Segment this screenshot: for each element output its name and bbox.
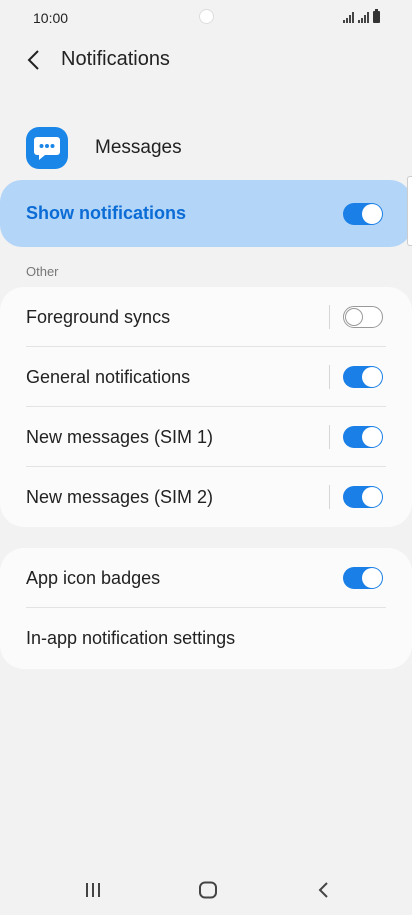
toggle-knob <box>362 204 382 224</box>
home-icon <box>199 881 217 899</box>
divider <box>329 305 330 329</box>
toggle-knob <box>362 427 382 447</box>
badges-settings-card: App icon badges In-app notification sett… <box>0 548 412 669</box>
show-notifications-row[interactable]: Show notifications <box>0 180 412 247</box>
back-icon <box>318 882 328 898</box>
show-notifications-toggle[interactable] <box>343 203 383 225</box>
signal-icon <box>343 12 354 23</box>
navigation-bar <box>0 863 412 915</box>
list-item[interactable]: App icon badges <box>0 548 412 608</box>
general-notifications-label: General notifications <box>26 367 191 387</box>
list-item[interactable]: In-app notification settings <box>0 608 412 668</box>
list-item[interactable]: New messages (SIM 2) <box>0 467 412 527</box>
chevron-left-icon <box>27 50 39 70</box>
show-notifications-label: Show notifications <box>26 203 186 223</box>
battery-icon <box>373 9 380 23</box>
chat-bubble-icon <box>26 127 68 169</box>
other-settings-card: Foreground syncs General notifications N… <box>0 287 412 527</box>
divider <box>329 365 330 389</box>
status-time: 10:00 <box>33 10 69 26</box>
new-messages-sim2-label: New messages (SIM 2) <box>26 487 214 507</box>
foreground-syncs-toggle[interactable] <box>343 306 383 328</box>
status-icons <box>343 9 380 23</box>
app-name: Messages <box>95 137 182 158</box>
header: Notifications <box>0 40 412 80</box>
list-item[interactable]: Foreground syncs <box>0 287 412 347</box>
divider <box>329 425 330 449</box>
new-messages-sim1-label: New messages (SIM 1) <box>26 427 214 447</box>
list-item[interactable]: General notifications <box>0 347 412 407</box>
signal-icon-2 <box>358 12 369 23</box>
toggle-knob <box>362 487 382 507</box>
app-info-row: Messages <box>0 122 412 174</box>
back-button[interactable] <box>20 46 48 74</box>
new-messages-sim1-toggle[interactable] <box>343 426 383 448</box>
recents-icon <box>86 883 100 897</box>
in-app-notification-settings-label: In-app notification settings <box>26 628 236 648</box>
recents-button[interactable] <box>78 875 108 905</box>
toggle-knob <box>345 307 363 326</box>
back-nav-button[interactable] <box>308 875 338 905</box>
camera-cutout <box>199 9 214 24</box>
scroll-handle[interactable] <box>407 176 412 246</box>
section-label-other: Other <box>26 264 59 279</box>
toggle-knob <box>362 568 382 588</box>
status-bar: 10:00 <box>0 0 412 36</box>
divider <box>329 485 330 509</box>
app-icon-badges-label: App icon badges <box>26 568 161 588</box>
foreground-syncs-label: Foreground syncs <box>26 307 171 327</box>
page-title: Notifications <box>61 48 170 70</box>
toggle-knob <box>362 367 382 387</box>
new-messages-sim2-toggle[interactable] <box>343 486 383 508</box>
list-item[interactable]: New messages (SIM 1) <box>0 407 412 467</box>
home-button[interactable] <box>193 875 223 905</box>
general-notifications-toggle[interactable] <box>343 366 383 388</box>
app-icon-badges-toggle[interactable] <box>343 567 383 589</box>
